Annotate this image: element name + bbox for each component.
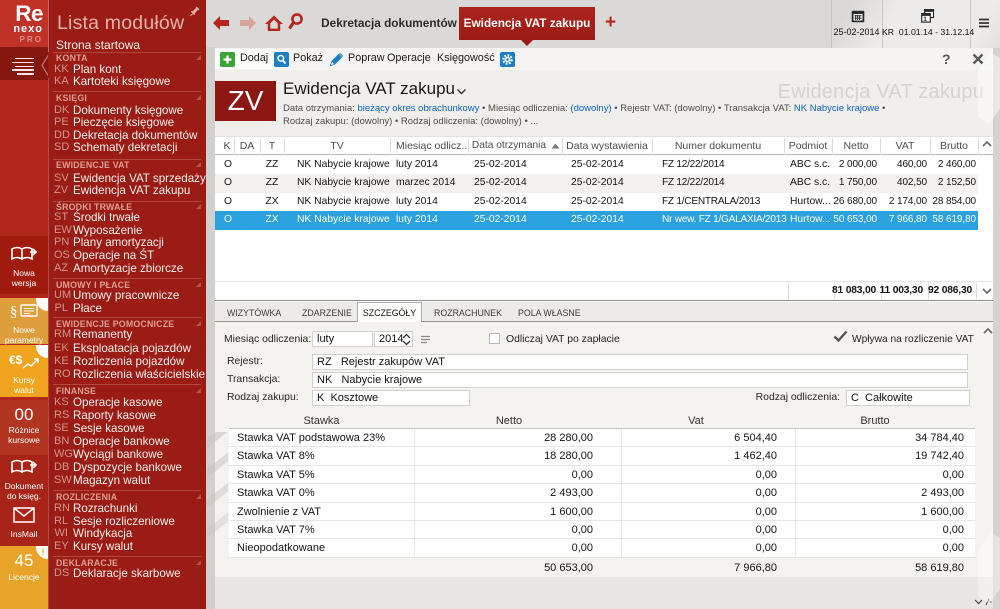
- svg-text:1: 1: [923, 16, 927, 23]
- svg-text:€$: €$: [9, 353, 23, 367]
- svg-text:§: §: [10, 304, 18, 320]
